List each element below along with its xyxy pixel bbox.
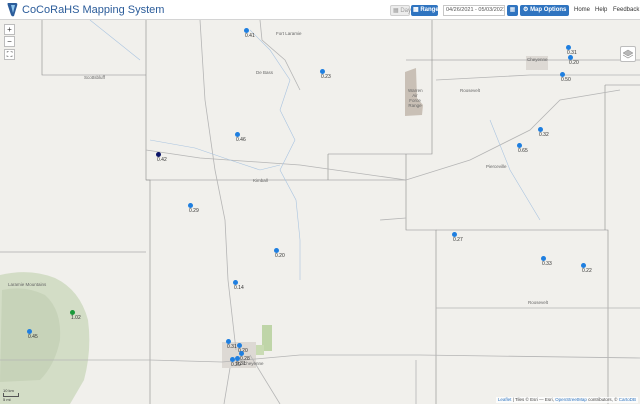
station-value: 0.22 <box>582 268 592 274</box>
station-marker[interactable] <box>187 202 193 208</box>
scale-mi: 5 mi <box>3 397 11 402</box>
place-label: Kimball <box>253 178 268 183</box>
layers-button[interactable] <box>620 46 636 62</box>
zoom-in-button[interactable]: + <box>4 24 15 35</box>
fullscreen-icon: ⛶ <box>6 50 13 59</box>
station-marker[interactable] <box>516 142 522 148</box>
map-attribution: Leaflet | Tiles © Esri — Esri, OpenStree… <box>495 397 638 403</box>
day-label: Day <box>400 8 412 14</box>
attribution-text: contributors, © <box>586 397 619 402</box>
station-value: 0.20 <box>569 60 579 66</box>
place-label: Scottsbluff <box>84 75 105 80</box>
station-marker[interactable] <box>238 350 244 356</box>
map-canvas[interactable]: + − ⛶ Fort Laramie De Bass Warren Air Fo… <box>0 20 640 404</box>
day-button[interactable]: ▦ Day <box>390 5 412 16</box>
station-marker[interactable] <box>234 355 240 361</box>
station-value: 0.20 <box>275 253 285 259</box>
cartodb-link[interactable]: CartoDB <box>619 397 636 402</box>
station-marker[interactable] <box>69 309 75 315</box>
station-marker[interactable] <box>273 247 279 253</box>
map-options-button[interactable]: ⚙ Map Options <box>520 5 569 16</box>
gear-icon: ⚙ <box>523 7 529 13</box>
place-label: Fort Laramie <box>276 31 302 36</box>
calendar-icon: ▦ <box>509 7 516 13</box>
map-scale: 10 km 5 mi <box>3 388 25 402</box>
station-value: 1.02 <box>71 315 81 321</box>
station-marker[interactable] <box>225 338 231 344</box>
calendar-button[interactable]: ▦ <box>507 5 518 16</box>
station-value: 0.45 <box>28 334 38 340</box>
place-label: Cheyenne <box>527 57 548 62</box>
station-value: 0.31 <box>227 344 237 350</box>
station-value: 0.27 <box>453 237 463 243</box>
station-marker[interactable] <box>234 131 240 137</box>
fullscreen-button[interactable]: ⛶ <box>4 49 15 60</box>
range-label: Range <box>420 7 439 13</box>
range-button[interactable]: ▦ Range <box>411 5 439 16</box>
station-marker[interactable] <box>451 231 457 237</box>
station-value: 0.14 <box>234 285 244 291</box>
station-value: 0.23 <box>321 74 331 80</box>
station-value: 0.33 <box>542 261 552 267</box>
date-range-input[interactable]: 04/26/2021 - 05/03/2021 <box>443 5 505 16</box>
station-value: 0.41 <box>245 33 255 39</box>
station-value: 0.46 <box>236 137 246 143</box>
station-marker[interactable] <box>236 342 242 348</box>
place-label: Roosevelt <box>528 300 549 305</box>
app-title: CoCoRaHS Mapping System <box>22 4 165 16</box>
station-value: 0.32 <box>539 132 549 138</box>
app-header: CoCoRaHS Mapping System ▦ Day ▦ Range 04… <box>0 0 640 20</box>
station-value: 0.42 <box>157 157 167 163</box>
station-marker[interactable] <box>243 27 249 33</box>
layers-icon <box>622 49 634 59</box>
nav-feedback[interactable]: Feedback <box>613 5 639 16</box>
attribution-text: | Tiles © Esri — Esri, <box>511 397 556 402</box>
station-value: 0.50 <box>561 77 571 83</box>
nav-home[interactable]: Home <box>574 5 590 16</box>
station-value: 0.31 <box>236 361 246 367</box>
osm-link[interactable]: OpenStreetMap <box>555 397 587 402</box>
station-marker[interactable] <box>559 71 565 77</box>
map-options-label: Map Options <box>530 7 567 13</box>
nav-help[interactable]: Help <box>595 5 607 16</box>
station-value: 0.65 <box>518 148 528 154</box>
place-label: Pierceville <box>486 164 507 169</box>
station-marker[interactable] <box>565 44 571 50</box>
station-marker[interactable] <box>155 151 161 157</box>
leaflet-link[interactable]: Leaflet <box>498 397 512 402</box>
station-marker[interactable] <box>229 356 235 362</box>
place-label: Laramie Mountains <box>8 282 47 287</box>
cocorahs-logo-icon <box>7 3 18 17</box>
station-value: 0.29 <box>189 208 199 214</box>
place-label: Roosevelt <box>460 88 481 93</box>
station-marker[interactable] <box>319 68 325 74</box>
station-marker[interactable] <box>540 255 546 261</box>
station-marker[interactable] <box>26 328 32 334</box>
station-marker[interactable] <box>567 54 573 60</box>
place-label: De Bass <box>256 70 274 75</box>
station-marker[interactable] <box>232 279 238 285</box>
station-marker[interactable] <box>580 262 586 268</box>
station-marker[interactable] <box>537 126 543 132</box>
place-label: Warren Air Force Range <box>408 88 423 108</box>
zoom-out-button[interactable]: − <box>4 36 15 47</box>
